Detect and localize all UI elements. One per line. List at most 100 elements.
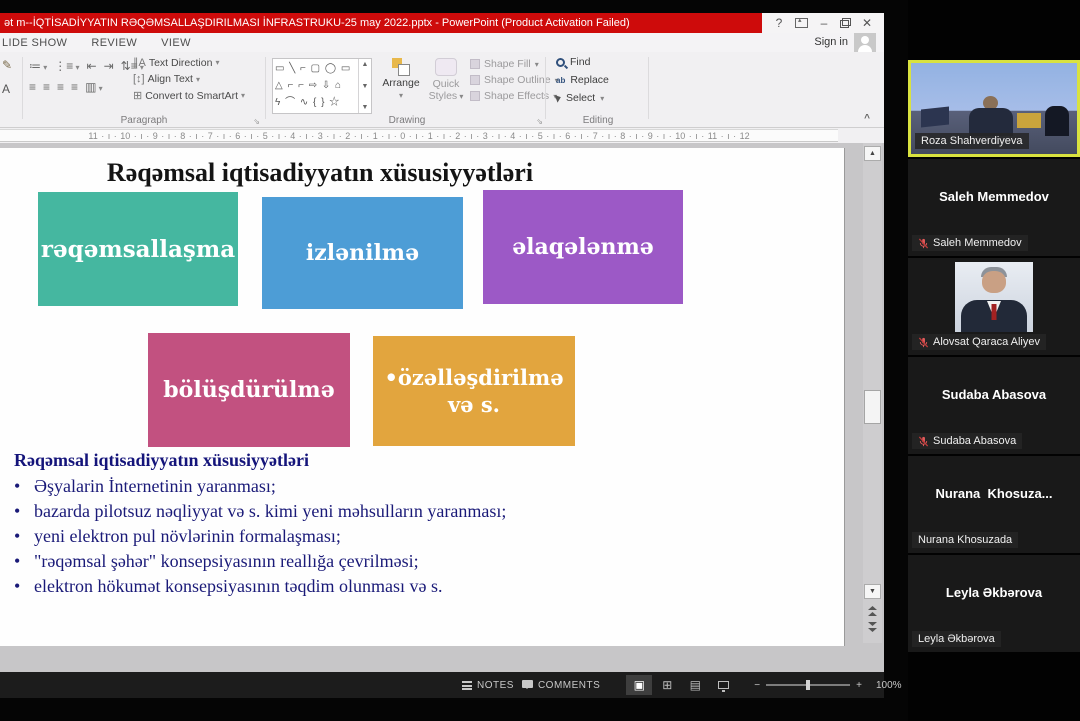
slideshow-view-icon[interactable] (710, 675, 736, 695)
shapes-gallery-scroll[interactable]: ▲ ▼ ▼ (358, 59, 371, 113)
align-center-icon[interactable]: ≡ (43, 80, 50, 94)
help-icon[interactable]: ? (772, 16, 786, 30)
tab-slide-show[interactable]: LIDE SHOW (0, 37, 79, 49)
notes-button[interactable]: NOTES (462, 680, 514, 691)
reading-view-icon[interactable]: ▤ (682, 675, 708, 695)
zoom-out-icon[interactable]: − (754, 680, 760, 691)
participant-tile-sudaba[interactable]: Sudaba Abasova Sudaba Abasova (908, 357, 1080, 454)
shape-box-ozellesdirilme[interactable]: •özəlləşdirilmə və s. (373, 336, 575, 446)
slide-sorter-view-icon[interactable]: ⊞ (654, 675, 680, 695)
shape-box-label: •özəlləşdirilmə və s. (379, 364, 569, 418)
shape-box-reqemsallasma[interactable]: rəqəmsallaşma (38, 192, 238, 306)
text-direction-icon: ∥A (133, 56, 146, 69)
editing-group: Find abReplace Select Editing (550, 52, 646, 128)
comments-icon (522, 680, 533, 688)
sign-in-link[interactable]: Sign in (814, 36, 848, 48)
shapes-row-1[interactable] (275, 60, 356, 77)
slide-title[interactable]: Rəqəmsal iqtisadiyyatın xüsusiyyətləri (0, 158, 640, 188)
drawing-group-label: Drawing (268, 115, 546, 126)
ribbon-display-options-icon[interactable] (795, 18, 808, 28)
close-icon[interactable]: ✕ (860, 16, 874, 30)
paragraph-dialog-launcher-icon[interactable]: ⇘ (253, 117, 260, 126)
participant-tile-leyla[interactable]: Leyla Əkbərova Leyla Əkbərova (908, 555, 1080, 652)
drawing-dialog-launcher-icon[interactable]: ⇘ (536, 117, 543, 126)
participant-tile-nurana[interactable]: Nurana Khosuza... Nurana Khosuzada (908, 456, 1080, 553)
align-text-button[interactable]: [↕]Align Text (133, 73, 245, 85)
photo-tie-shape (992, 304, 997, 320)
tab-view[interactable]: VIEW (149, 37, 203, 49)
arrange-button[interactable]: Arrange (380, 58, 422, 101)
shapes-gallery[interactable]: ▲ ▼ ▼ (272, 58, 372, 114)
ruler[interactable]: 11 · ı · 10 · ı · 9 · ı · 8 · ı · 7 · ı … (0, 129, 838, 142)
comments-button[interactable]: COMMENTS (522, 680, 600, 691)
quick-styles-button[interactable]: Quick Styles (426, 58, 466, 102)
paragraph-group-label: Paragraph (25, 115, 263, 126)
replace-icon: ab (556, 76, 565, 85)
justify-icon[interactable]: ≡ (71, 80, 78, 94)
participant-tile-alovsat[interactable]: Alovsat Qaraca Aliyev (908, 258, 1080, 355)
zoom-in-icon[interactable]: + (856, 680, 862, 691)
slide[interactable]: Rəqəmsal iqtisadiyyatın xüsusiyyətləri r… (0, 148, 845, 646)
collapse-ribbon-icon[interactable]: ^ (864, 113, 870, 124)
shape-box-izlenilme[interactable]: izlənilmə (262, 197, 463, 309)
participant-tile-roza[interactable]: Roza Shahverdiyeva (908, 60, 1080, 157)
participant-tile-saleh[interactable]: Saleh Memmedov Saleh Memmedov (908, 159, 1080, 256)
smartart-icon: ⊞ (133, 89, 142, 102)
scrollbar-thumb[interactable] (864, 390, 881, 424)
next-slide-icon[interactable] (866, 620, 879, 632)
align-left-icon[interactable]: ≡ (29, 80, 36, 94)
muted-mic-icon (918, 436, 929, 447)
participant-name-tag: Leyla Əkbərova (912, 631, 1001, 647)
group-separator (22, 57, 23, 119)
slide-list-heading[interactable]: Rəqəmsal iqtisadiyyatın xüsusiyyətləri (14, 450, 309, 471)
bullet-list-icon[interactable]: ≔ (29, 59, 47, 73)
powerpoint-window: ət m--İQTİSADİYYATIN RƏQƏMSALLAŞDIRILMAS… (0, 13, 884, 698)
decrease-indent-icon[interactable]: ⇤ (87, 59, 97, 73)
shape-box-bolusdurulme[interactable]: bölüşdürülmə (148, 333, 350, 447)
shape-effects-icon (470, 91, 480, 101)
zoom-slider[interactable] (766, 684, 850, 686)
clipboard-cut-icons: ✎A (2, 58, 20, 96)
ribbon: ✎A ≔ ⋮≡ ⇤ ⇥ ⇅≡ ≡ ≡ ≡ ≡ ▥ (0, 52, 884, 128)
participant-name-tag: Nurana Khosuzada (912, 532, 1018, 548)
tab-review[interactable]: REVIEW (79, 37, 149, 49)
scroll-down-icon[interactable]: ▼ (864, 584, 881, 599)
slide-bullet-list[interactable]: Əşyalarin İnternetinin yaranması; bazard… (34, 476, 506, 601)
bullet-item: "rəqəmsal şəhər" konsepsiyasının reallığ… (34, 551, 506, 572)
select-button[interactable]: Select (556, 92, 646, 104)
align-right-icon[interactable]: ≡ (57, 80, 64, 94)
text-direction-button[interactable]: ∥AText Direction (133, 56, 245, 69)
gallery-up-icon[interactable]: ▲ (359, 61, 371, 68)
zoom-slider-thumb[interactable] (806, 680, 810, 690)
minimize-icon[interactable]: – (817, 16, 831, 30)
normal-view-icon[interactable]: ▣ (626, 675, 652, 695)
restore-icon[interactable] (840, 18, 851, 28)
convert-smartart-button[interactable]: ⊞Convert to SmartArt (133, 89, 245, 102)
numbered-list-icon[interactable]: ⋮≡ (54, 59, 79, 73)
arrange-icon (392, 58, 410, 74)
previous-slide-icon[interactable] (866, 604, 879, 616)
shape-box-elaqelenme[interactable]: əlaqələnmə (483, 190, 683, 304)
bullet-item: yeni elektron pul növlərinin formalaşmas… (34, 526, 506, 547)
group-separator (545, 57, 546, 119)
zoom-level[interactable]: 100% (876, 680, 902, 691)
columns-icon[interactable]: ▥ (85, 80, 103, 94)
align-text-icon: [↕] (133, 73, 145, 85)
video-laptop-shape (1017, 113, 1041, 128)
group-separator (648, 57, 649, 119)
shapes-row-2[interactable] (275, 77, 356, 94)
gallery-down-icon[interactable]: ▼ (359, 83, 371, 90)
find-button[interactable]: Find (556, 56, 646, 68)
status-bar: NOTES COMMENTS ▣ ⊞ ▤ − + 100% (0, 672, 884, 698)
video-person-shape (1045, 106, 1069, 136)
ribbon-tabs: LIDE SHOW REVIEW VIEW Sign in (0, 33, 884, 52)
shapes-row-3[interactable] (275, 94, 356, 111)
scroll-up-icon[interactable]: ▲ (864, 146, 881, 161)
vertical-scrollbar[interactable]: ▲ ▼ (863, 143, 882, 643)
find-icon (556, 58, 565, 67)
bullet-item: elektron hökumət konsepsiyasının təqdim … (34, 576, 506, 597)
increase-indent-icon[interactable]: ⇥ (104, 59, 114, 73)
gallery-more-icon[interactable]: ▼ (359, 104, 371, 111)
shape-box-label: izlənilmə (306, 240, 419, 266)
replace-button[interactable]: abReplace (556, 74, 646, 86)
